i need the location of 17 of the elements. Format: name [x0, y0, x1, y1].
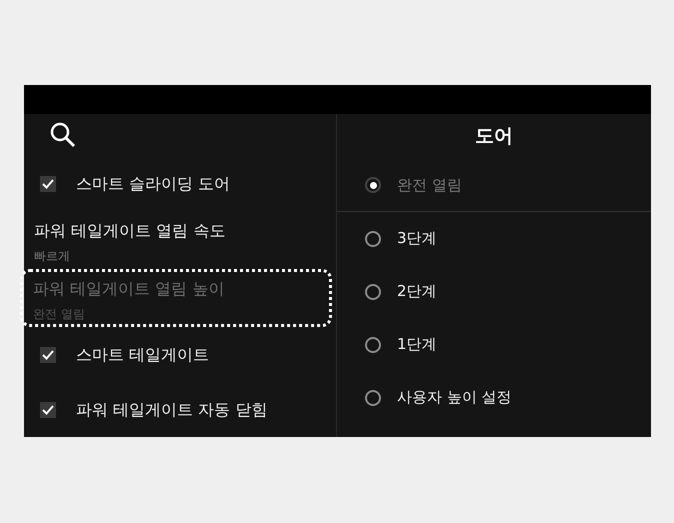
setting-label[interactable]: 파워 테일게이트 열림 높이 [33, 278, 329, 300]
radio-option[interactable]: 3단계 [337, 212, 651, 265]
setting-value: 완전 열림 [33, 306, 86, 322]
radio-option[interactable]: 완전 열림 [337, 159, 651, 212]
setting-value: 빠르게 [34, 248, 71, 264]
setting-label[interactable]: 스마트 슬라이딩 도어 [76, 172, 230, 196]
radio-option[interactable]: 사용자 높이 설정 [337, 371, 651, 424]
radio-option[interactable]: 1단계 [337, 318, 651, 371]
page-title: 도어 [475, 124, 513, 150]
setting-label[interactable]: 파워 테일게이트 자동 닫힘 [76, 398, 268, 422]
checkbox[interactable] [40, 176, 56, 192]
setting-label[interactable]: 스마트 테일게이트 [76, 342, 210, 366]
search-icon[interactable] [50, 122, 76, 148]
radio-option[interactable]: 2단계 [337, 265, 651, 318]
checkbox[interactable] [40, 346, 56, 362]
setting-label[interactable]: 파워 테일게이트 열림 속도 [34, 220, 336, 242]
checkbox[interactable] [40, 402, 56, 418]
